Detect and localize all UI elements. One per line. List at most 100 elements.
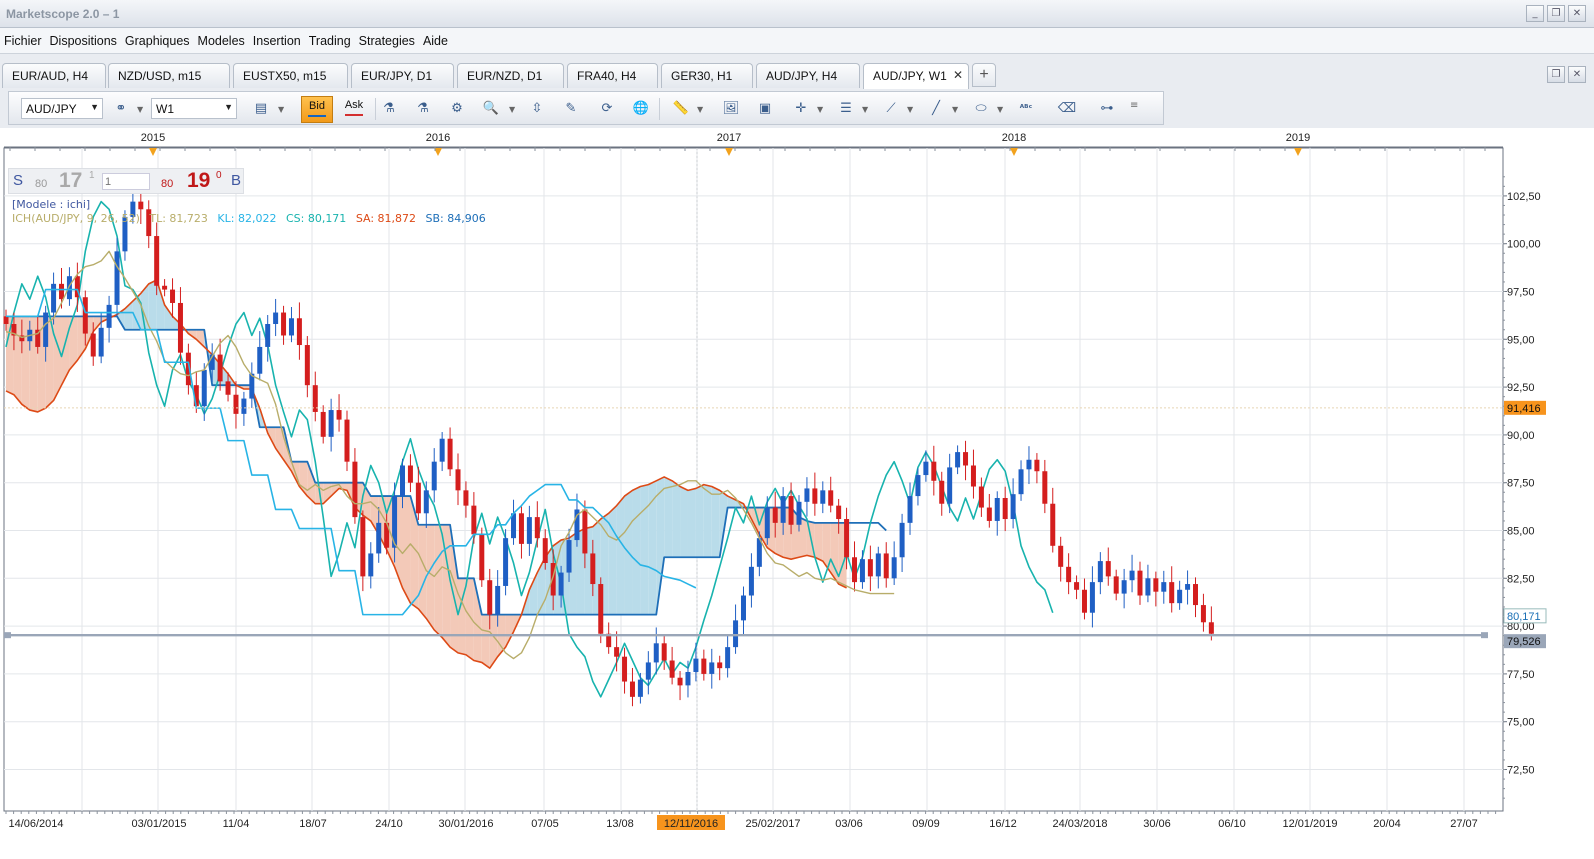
instrument-select[interactable]: AUD/JPY ▼ [21,98,103,119]
candle-up [764,507,770,539]
minimize-button[interactable]: _ [1526,5,1544,22]
candle-down [986,507,992,521]
close-button[interactable]: ✕ [1568,5,1586,22]
sync-icon[interactable]: ⟳ [595,97,619,121]
candle-up [899,522,905,558]
maximize-button[interactable]: ❐ [1547,5,1565,22]
indicator-legend: ICH(AUD/JPY, 9, 26, 52) TL: 81,723 KL: 8… [12,212,492,225]
candle-up [66,276,72,300]
menu-graphiques[interactable]: Graphiques [124,34,197,48]
candle-down [963,452,969,466]
x-axis-label: 16/12 [989,818,1017,830]
menu-insertion[interactable]: Insertion [252,34,308,48]
quote-panel: S 80 17 1 80 19 0 B [8,168,244,194]
tab-label: AUD/JPY, H4 [766,69,838,83]
menu-aide[interactable]: Aide [422,34,455,48]
chart-type-icon[interactable]: ▤ [249,97,273,121]
candle-down [883,553,889,579]
candle-up [1129,570,1135,581]
trade-amount-input[interactable] [102,173,150,190]
ask-button[interactable]: Ask [339,96,369,123]
menu-trading[interactable]: Trading [308,34,358,48]
candle-up [685,671,691,686]
window-icon[interactable]: ▣ [753,97,777,121]
x-axis-label: 03/01/2015 [131,818,186,830]
candle-down [217,354,223,382]
price-marker-label: 80,171 [1507,611,1541,623]
globe-icon[interactable]: 🌐 [629,97,653,121]
candle-down [970,465,976,487]
indicator-sb: SB: 84,906 [425,212,486,225]
tab-ger30-h1[interactable]: GER30, H1 [661,63,753,88]
properties-icon[interactable]: ✎ [559,97,583,121]
candle-up [439,438,445,462]
tab-eur-aud-h4[interactable]: EUR/AUD, H4 [2,63,106,88]
candle-down [170,289,176,303]
candle-down [360,517,366,577]
tab-aud-jpy-w1[interactable]: AUD/JPY, W1 ✕ [863,63,969,89]
timeframe-select[interactable]: W1 ▼ [151,98,237,119]
dropdown-arrow-icon[interactable]: ▼ [907,105,913,114]
candle-down [1193,584,1198,606]
candle-down [622,656,628,682]
dropdown-arrow-icon[interactable]: ▼ [509,105,515,114]
y-axis-label: 87,50 [1507,478,1535,490]
ichimoku-cloud-segment [680,486,688,558]
ruler-icon[interactable]: 📏 [669,97,693,121]
tab-eur-nzd-d1[interactable]: EUR/NZD, D1 [457,63,564,88]
trend-line-icon[interactable]: ╱ [924,97,948,121]
ichimoku-cloud-segment [418,524,427,619]
hierarchy-icon[interactable]: ⊶ [1095,97,1119,121]
text-tool-icon[interactable]: ᴬᴮᶜ [1014,97,1038,121]
tab-eur-jpy-d1[interactable]: EUR/JPY, D1 [351,63,454,88]
fit-chart-icon[interactable]: ⇳ [525,97,549,121]
candle-up [645,662,651,680]
panel-close-button[interactable]: ✕ [1568,66,1586,83]
fan-lines-icon[interactable]: ⟋ [879,97,903,121]
horizontal-lines-icon[interactable]: ☰ [834,97,858,121]
candle-up [376,522,382,554]
x-axis-label: 24/03/2018 [1052,818,1107,830]
crosshair-icon[interactable]: ✛ [789,97,813,121]
menu-strategies[interactable]: Strategies [358,34,422,48]
dropdown-arrow-icon[interactable]: ▼ [952,105,958,114]
instrument-link-icon[interactable]: ⚭ [109,97,133,121]
add-oscillator-icon[interactable]: ⚗ [411,97,435,121]
zoom-icon[interactable]: 🔍 [479,97,503,121]
add-tab-button[interactable]: + [972,63,996,87]
ichimoku-chart[interactable]: 2015 2016 2017 2018 201972,5075,0077,5080,00… [0,128,1594,859]
bid-button[interactable]: Bid [301,96,333,123]
tab-aud-jpy-h4[interactable]: AUD/JPY, H4 [756,63,860,88]
dropdown-arrow-icon[interactable]: ▼ [697,105,703,114]
dropdown-arrow-icon[interactable]: ▼ [862,105,868,114]
toolbar-overflow-icon[interactable]: ≡ [1130,100,1138,111]
eraser-icon[interactable]: ⌫ [1055,97,1079,121]
menu-fichier[interactable]: Fichier [3,34,49,48]
candle-down [598,584,604,634]
ichimoku-cloud-segment [434,524,443,638]
candle-up [1010,494,1016,520]
ellipse-icon[interactable]: ⬭ [969,97,993,121]
chart-tab-bar: EUR/AUD, H4 NZD/USD, m15 EUSTX50, m15 EU… [0,58,1594,89]
dropdown-arrow-icon[interactable]: ▼ [278,105,284,114]
menu-modeles[interactable]: Modeles [197,34,252,48]
tab-nzd-usd-m15[interactable]: NZD/USD, m15 [108,63,230,88]
dropdown-arrow-icon[interactable]: ▼ [817,105,823,114]
x-axis-label: 06/10 [1218,818,1246,830]
dropdown-arrow-icon[interactable]: ▼ [997,105,1003,114]
add-indicator-icon[interactable]: ⚗ [377,97,401,121]
y-axis-label: 100,00 [1507,239,1541,251]
candle-down [828,490,834,506]
image-icon[interactable]: 🖼 [719,97,743,121]
chart-area[interactable]: 2015 2016 2017 2018 2019 72,50 75,00 77,50 80,00… [0,128,1594,859]
tab-close-icon[interactable]: ✕ [953,68,963,82]
tab-label: EUSTX50, m15 [243,69,327,83]
menu-dispositions[interactable]: Dispositions [49,34,124,48]
tab-fra40-h4[interactable]: FRA40, H4 [567,63,658,88]
strategy-icon[interactable]: ⚙ [445,97,469,121]
dropdown-arrow-icon[interactable]: ▼ [137,105,143,114]
candle-down [1200,605,1206,623]
candle-down [1042,471,1048,504]
tab-eustx50-m15[interactable]: EUSTX50, m15 [233,63,348,88]
panel-restore-button[interactable]: ❐ [1547,66,1565,83]
